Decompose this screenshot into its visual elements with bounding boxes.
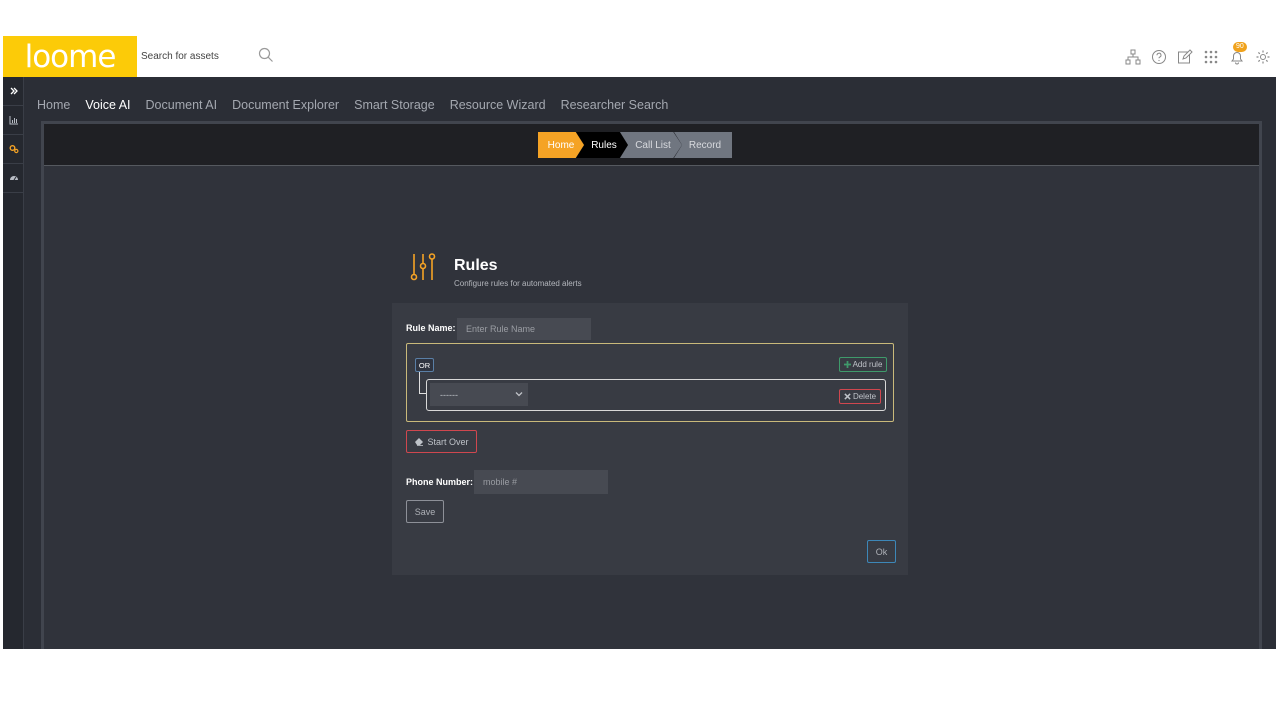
- nav-item-voice-ai[interactable]: Voice AI: [85, 98, 130, 112]
- rule-field-select-value: ------: [440, 389, 458, 400]
- phone-number-label: Phone Number:: [406, 477, 474, 487]
- breadcrumb-rules-label: Rules: [591, 139, 617, 151]
- breadcrumb-record-label: Record: [688, 139, 722, 151]
- nav-item-document-explorer[interactable]: Document Explorer: [232, 98, 339, 112]
- top-header: loome 90: [3, 36, 1276, 77]
- breadcrumb-home[interactable]: Home: [538, 132, 584, 158]
- add-rule-label: Add rule: [852, 360, 883, 369]
- rule-name-input[interactable]: [457, 318, 591, 340]
- dashboard-icon: [9, 176, 18, 181]
- add-rule-button[interactable]: Add rule: [839, 357, 887, 372]
- nav-item-document-ai[interactable]: Document AI: [146, 98, 218, 112]
- rules-panel: Rule Name: OR Add rule ------ Delete: [392, 303, 908, 575]
- top-nav: Home Voice AI Document AI Document Explo…: [37, 98, 683, 112]
- chevron-down-icon: [515, 392, 523, 397]
- breadcrumb-call-list-label: Call List: [635, 139, 671, 151]
- sidebar-item-analytics[interactable]: [3, 106, 24, 135]
- nav-item-researcher-search[interactable]: Researcher Search: [561, 98, 669, 112]
- app-window: loome 90: [3, 36, 1276, 649]
- nav-item-resource-wizard[interactable]: Resource Wizard: [450, 98, 546, 112]
- plus-icon: [843, 361, 851, 368]
- phone-number-input[interactable]: [474, 470, 608, 494]
- start-over-button[interactable]: Start Over: [406, 430, 477, 453]
- breadcrumb-call-list[interactable]: Call List: [620, 132, 682, 158]
- asset-search-input[interactable]: [141, 47, 257, 65]
- notification-badge: 90: [1233, 42, 1247, 52]
- sliders-icon: [410, 253, 436, 281]
- close-icon: [844, 393, 851, 400]
- left-sidebar: [3, 77, 24, 649]
- save-button[interactable]: Save: [406, 500, 444, 523]
- chart-icon: [9, 116, 18, 125]
- edit-icon[interactable]: [1176, 48, 1194, 66]
- nav-item-home[interactable]: Home: [37, 98, 70, 112]
- or-toggle-button[interactable]: OR: [415, 358, 434, 372]
- logo-text: loome: [24, 38, 117, 75]
- help-icon[interactable]: [1150, 48, 1168, 66]
- breadcrumb-bar: Home Rules Call List Record: [44, 124, 1259, 166]
- breadcrumb-home-label: Home: [547, 139, 575, 151]
- apps-grid-icon[interactable]: [1202, 48, 1220, 66]
- cogs-icon: [9, 145, 19, 154]
- sidebar-item-dashboard[interactable]: [3, 164, 24, 193]
- breadcrumb-record[interactable]: Record: [674, 132, 732, 158]
- gear-icon[interactable]: [1254, 48, 1272, 66]
- page-title: Rules: [454, 257, 498, 274]
- breadcrumb: Home Rules Call List Record: [538, 132, 732, 158]
- sidebar-item-settings[interactable]: [3, 135, 24, 164]
- search-icon[interactable]: [258, 47, 274, 63]
- page-subtitle: Configure rules for automated alerts: [454, 279, 582, 288]
- loome-logo[interactable]: loome: [3, 36, 137, 77]
- delete-label: Delete: [852, 392, 877, 401]
- ok-button[interactable]: Ok: [867, 540, 896, 563]
- nav-item-smart-storage[interactable]: Smart Storage: [354, 98, 435, 112]
- expand-icon: [10, 87, 18, 95]
- rule-field-select[interactable]: ------: [430, 383, 528, 406]
- header-icons: 90: [1124, 42, 1272, 68]
- rule-name-label: Rule Name:: [406, 323, 456, 333]
- rule-group: OR Add rule ------ Delete: [406, 343, 894, 422]
- delete-rule-button[interactable]: Delete: [839, 389, 881, 404]
- bell-icon[interactable]: 90: [1228, 42, 1247, 66]
- start-over-label: Start Over: [427, 436, 469, 447]
- rule-row: ------ Delete: [426, 379, 886, 411]
- sitemap-icon[interactable]: [1124, 48, 1142, 66]
- eraser-icon: [415, 438, 424, 446]
- sidebar-expand[interactable]: [3, 77, 24, 106]
